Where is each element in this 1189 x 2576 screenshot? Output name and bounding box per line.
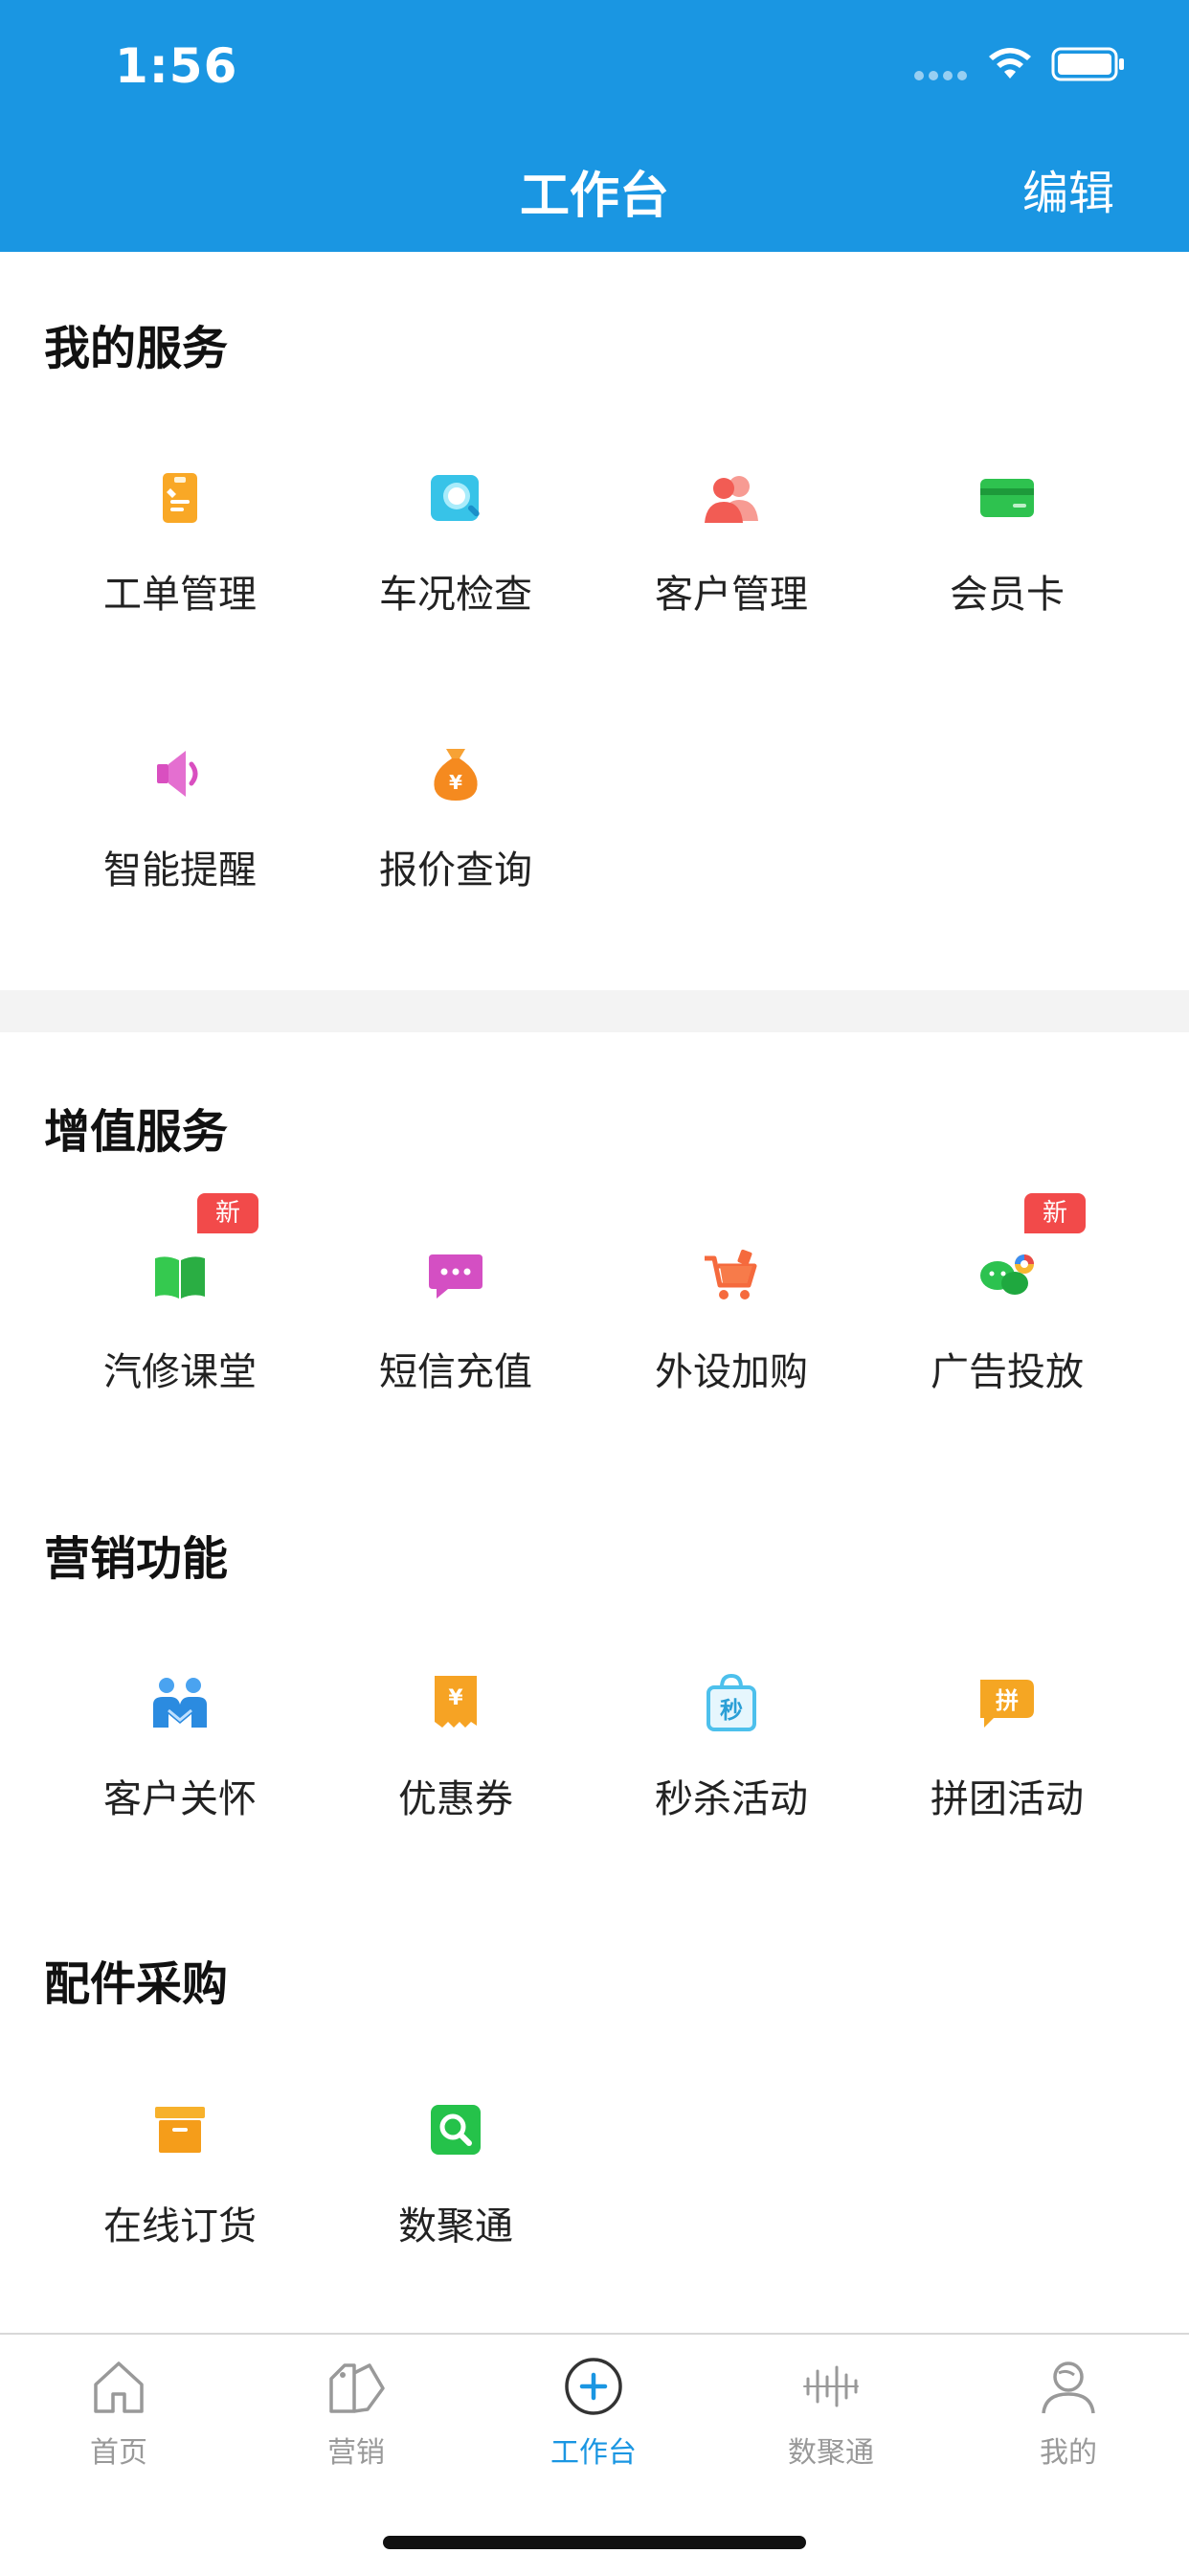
service-member-card[interactable]: 会员卡 xyxy=(869,467,1145,619)
cellular-signal-icon xyxy=(914,71,968,82)
section-divider xyxy=(0,990,1189,1032)
tag-icon xyxy=(329,2363,385,2413)
cart-icon xyxy=(701,1245,762,1306)
tab-label: 营销 xyxy=(327,2436,385,2470)
home-icon xyxy=(94,2361,144,2413)
tab-home[interactable]: 首页 xyxy=(0,2356,237,2471)
flash-sale-bag-icon: 秒 xyxy=(701,1672,762,1733)
new-badge: 新 xyxy=(197,1193,258,1233)
work-order-icon xyxy=(149,467,211,529)
tab-workbench[interactable]: 工作台 xyxy=(475,2356,712,2471)
bars-icon xyxy=(803,2365,859,2407)
service-label: 智能提醒 xyxy=(103,848,257,893)
home-indicator[interactable] xyxy=(383,2536,806,2549)
flash-sale-icon-text: 秒 xyxy=(720,1697,743,1724)
service-coupon[interactable]: ¥ 优惠券 xyxy=(318,1672,594,1823)
service-smart-reminder[interactable]: 智能提醒 xyxy=(42,743,318,894)
service-label: 拼团活动 xyxy=(931,1777,1084,1821)
edit-button[interactable]: 编辑 xyxy=(1022,155,1114,222)
book-icon: 新 xyxy=(149,1193,258,1306)
customers-icon xyxy=(701,467,762,529)
service-label: 秒杀活动 xyxy=(655,1777,808,1821)
app-header: 1:56 工作台 编辑 xyxy=(0,0,1189,252)
section-title-marketing: 营销功能 xyxy=(44,1532,229,1586)
wifi-icon xyxy=(989,48,1031,79)
order-box-icon xyxy=(149,2099,211,2160)
service-label: 外设加购 xyxy=(655,1350,808,1394)
speaker-icon xyxy=(149,743,211,804)
section-title-parts: 配件采购 xyxy=(44,1957,229,2011)
service-repair-class[interactable]: 新 汽修课堂 xyxy=(42,1193,318,1396)
service-sms-recharge[interactable]: 短信充值 xyxy=(318,1245,594,1396)
svg-text:¥: ¥ xyxy=(449,771,462,794)
service-flash-sale[interactable]: 秒 秒杀活动 xyxy=(594,1672,869,1823)
service-label: 报价查询 xyxy=(379,848,532,893)
wechat-ad-icon: 新 xyxy=(976,1193,1086,1306)
service-label: 汽修课堂 xyxy=(103,1350,257,1394)
svg-text:¥: ¥ xyxy=(448,1686,463,1710)
service-online-order[interactable]: 在线订货 xyxy=(42,2099,318,2250)
service-label: 短信充值 xyxy=(379,1350,532,1394)
service-label: 客户管理 xyxy=(655,573,808,617)
tab-label: 我的 xyxy=(1040,2436,1097,2470)
page-title: 工作台 xyxy=(519,168,669,225)
service-label: 工单管理 xyxy=(103,573,257,617)
search-icon xyxy=(425,2099,486,2160)
tab-data-hub[interactable]: 数聚通 xyxy=(712,2356,950,2471)
service-label: 客户关怀 xyxy=(103,1777,257,1821)
member-card-icon xyxy=(976,467,1038,529)
section-title-my-services: 我的服务 xyxy=(44,322,229,375)
tab-label: 工作台 xyxy=(550,2436,637,2470)
service-label: 优惠券 xyxy=(398,1777,513,1821)
service-ad-placement[interactable]: 新 广告投放 xyxy=(869,1193,1145,1396)
tab-mine[interactable]: 我的 xyxy=(950,2356,1187,2471)
service-label: 车况检查 xyxy=(379,573,532,617)
service-work-order[interactable]: 工单管理 xyxy=(42,467,318,619)
service-customer-care[interactable]: 客户关怀 xyxy=(42,1672,318,1823)
battery-icon xyxy=(1051,47,1124,81)
tab-marketing[interactable]: 营销 xyxy=(237,2356,475,2471)
tab-label: 首页 xyxy=(90,2436,147,2470)
service-label: 会员卡 xyxy=(950,573,1065,617)
money-bag-icon: ¥ xyxy=(425,743,486,804)
group-buy-icon-text: 拼 xyxy=(996,1687,1019,1714)
service-label: 广告投放 xyxy=(931,1350,1084,1394)
status-time: 1:56 xyxy=(115,38,238,94)
message-icon xyxy=(425,1245,486,1306)
section-title-value-added: 增值服务 xyxy=(44,1105,229,1159)
user-icon xyxy=(1042,2361,1095,2414)
inspection-icon xyxy=(425,467,486,529)
new-badge: 新 xyxy=(1024,1193,1086,1233)
service-peripheral-purchase[interactable]: 外设加购 xyxy=(594,1245,869,1396)
service-label: 数聚通 xyxy=(398,2204,513,2248)
coupon-icon: ¥ xyxy=(425,1672,486,1733)
service-group-buy[interactable]: 拼 拼团活动 xyxy=(869,1672,1145,1823)
service-data-hub[interactable]: 数聚通 xyxy=(318,2099,594,2250)
service-price-inquiry[interactable]: ¥ 报价查询 xyxy=(318,743,594,894)
tab-label: 数聚通 xyxy=(788,2436,874,2470)
group-buy-icon: 拼 xyxy=(976,1672,1038,1733)
service-label: 在线订货 xyxy=(103,2204,257,2248)
service-customer-management[interactable]: 客户管理 xyxy=(594,467,869,619)
plus-circle-icon xyxy=(565,2358,622,2415)
customer-care-icon xyxy=(149,1672,211,1733)
service-car-inspection[interactable]: 车况检查 xyxy=(318,467,594,619)
